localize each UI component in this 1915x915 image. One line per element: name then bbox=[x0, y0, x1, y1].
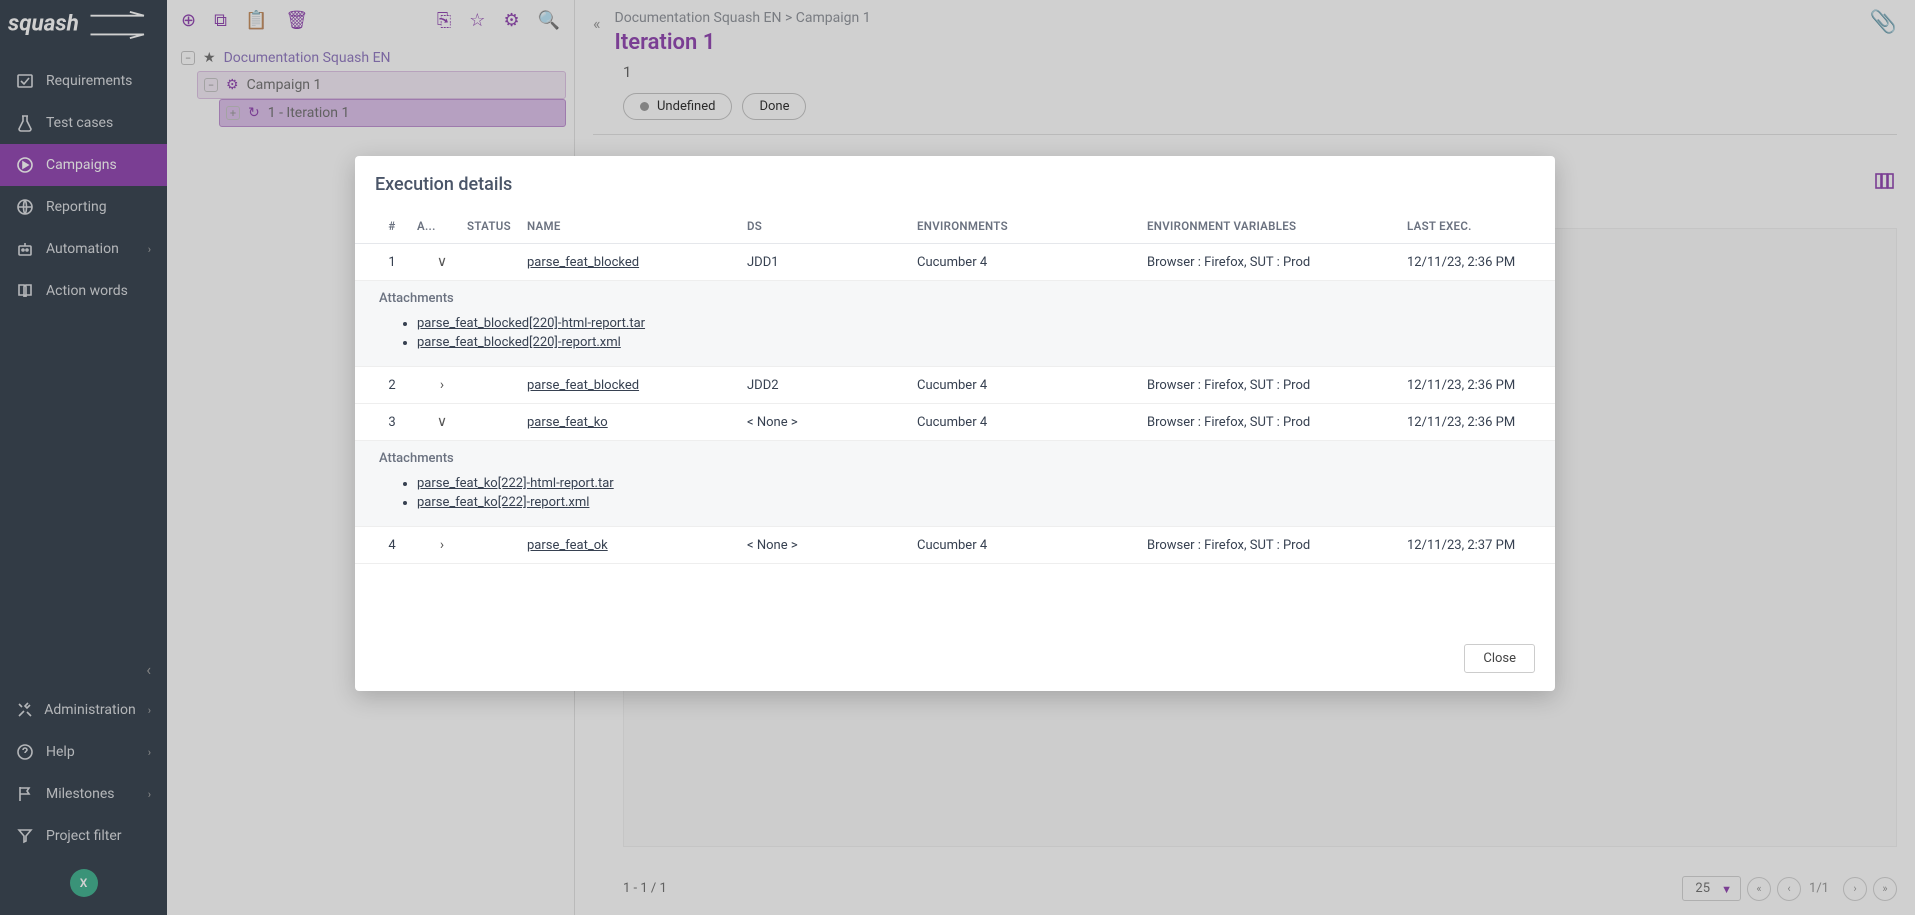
env-cell: Cucumber 4 bbox=[917, 538, 1147, 553]
execution-table: # A... STATUS NAME DS ENVIRONMENTS ENVIR… bbox=[355, 209, 1555, 564]
name-cell: parse_feat_blocked bbox=[527, 255, 747, 270]
envvars-cell: Browser : Firefox, SUT : Prod bbox=[1147, 415, 1407, 430]
attachment-link[interactable]: parse_feat_ko[222]-report.xml bbox=[417, 495, 589, 510]
ds-cell: < None > bbox=[747, 415, 917, 430]
row-num: 1 bbox=[367, 255, 417, 270]
name-cell: parse_feat_ok bbox=[527, 538, 747, 553]
col-envvars: ENVIRONMENT VARIABLES bbox=[1147, 219, 1407, 233]
col-att: A... bbox=[417, 219, 467, 233]
last-exec-cell: 12/11/23, 2:36 PM bbox=[1407, 378, 1567, 393]
attachment-link[interactable]: parse_feat_ko[222]-html-report.tar bbox=[417, 476, 614, 491]
name-cell: parse_feat_blocked bbox=[527, 378, 747, 393]
envvars-cell: Browser : Firefox, SUT : Prod bbox=[1147, 255, 1407, 270]
col-status: STATUS bbox=[467, 219, 527, 233]
row-num: 2 bbox=[367, 378, 417, 393]
table-body: 1∨parse_feat_blockedJDD1Cucumber 4Browse… bbox=[355, 244, 1555, 564]
last-exec-cell: 12/11/23, 2:36 PM bbox=[1407, 255, 1567, 270]
env-cell: Cucumber 4 bbox=[917, 255, 1147, 270]
chevron-down-icon[interactable]: ∨ bbox=[417, 254, 467, 270]
attachment-item: parse_feat_blocked[220]-html-report.tar bbox=[417, 314, 1531, 333]
execution-name-link[interactable]: parse_feat_ko bbox=[527, 415, 608, 430]
last-exec-cell: 12/11/23, 2:37 PM bbox=[1407, 538, 1567, 553]
envvars-cell: Browser : Firefox, SUT : Prod bbox=[1147, 538, 1407, 553]
col-last: LAST EXEC. bbox=[1407, 219, 1567, 233]
attachment-item: parse_feat_ko[222]-report.xml bbox=[417, 493, 1531, 512]
col-ds: DS bbox=[747, 219, 917, 233]
col-num: # bbox=[367, 219, 417, 233]
chevron-right-icon[interactable]: › bbox=[417, 537, 467, 553]
attachment-link[interactable]: parse_feat_blocked[220]-html-report.tar bbox=[417, 316, 645, 331]
chevron-down-icon[interactable]: ∨ bbox=[417, 414, 467, 430]
execution-name-link[interactable]: parse_feat_blocked bbox=[527, 255, 639, 270]
row-num: 4 bbox=[367, 538, 417, 553]
last-exec-cell: 12/11/23, 2:36 PM bbox=[1407, 415, 1567, 430]
table-row: 3∨ parse_feat_ko < None >Cucumber 4Browser… bbox=[355, 404, 1555, 441]
close-button[interactable]: Close bbox=[1464, 644, 1535, 673]
envvars-cell: Browser : Firefox, SUT : Prod bbox=[1147, 378, 1407, 393]
attachment-item: parse_feat_ko[222]-html-report.tar bbox=[417, 474, 1531, 493]
attachments-block: Attachments parse_feat_blocked[220]-html-… bbox=[355, 281, 1555, 367]
execution-details-modal: Execution details # A... STATUS NAME DS … bbox=[355, 156, 1555, 691]
ds-cell: < None > bbox=[747, 538, 917, 553]
col-name: NAME bbox=[527, 219, 747, 233]
name-cell: parse_feat_ko bbox=[527, 415, 747, 430]
modal-title: Execution details bbox=[355, 156, 1555, 209]
table-row: 2› parse_feat_blocked JDD2Cucumber 4Browse… bbox=[355, 367, 1555, 404]
execution-name-link[interactable]: parse_feat_blocked bbox=[527, 378, 639, 393]
attachments-label: Attachments bbox=[379, 291, 1531, 306]
table-row: 4› parse_feat_ok < None >Cucumber 4Browser… bbox=[355, 527, 1555, 564]
attachment-item: parse_feat_blocked[220]-report.xml bbox=[417, 333, 1531, 352]
chevron-right-icon[interactable]: › bbox=[417, 377, 467, 393]
execution-name-link[interactable]: parse_feat_ok bbox=[527, 538, 608, 553]
attachment-link[interactable]: parse_feat_blocked[220]-report.xml bbox=[417, 335, 621, 350]
attachments-label: Attachments bbox=[379, 451, 1531, 466]
attachments-block: Attachments parse_feat_ko[222]-html-repor… bbox=[355, 441, 1555, 527]
ds-cell: JDD2 bbox=[747, 378, 917, 393]
env-cell: Cucumber 4 bbox=[917, 415, 1147, 430]
row-num: 3 bbox=[367, 415, 417, 430]
modal-footer: Close bbox=[355, 564, 1555, 677]
table-header: # A... STATUS NAME DS ENVIRONMENTS ENVIR… bbox=[355, 209, 1555, 244]
table-row: 1∨ parse_feat_blocked JDD1Cucumber 4Browse… bbox=[355, 244, 1555, 281]
env-cell: Cucumber 4 bbox=[917, 378, 1147, 393]
ds-cell: JDD1 bbox=[747, 255, 917, 270]
col-env: ENVIRONMENTS bbox=[917, 219, 1147, 233]
